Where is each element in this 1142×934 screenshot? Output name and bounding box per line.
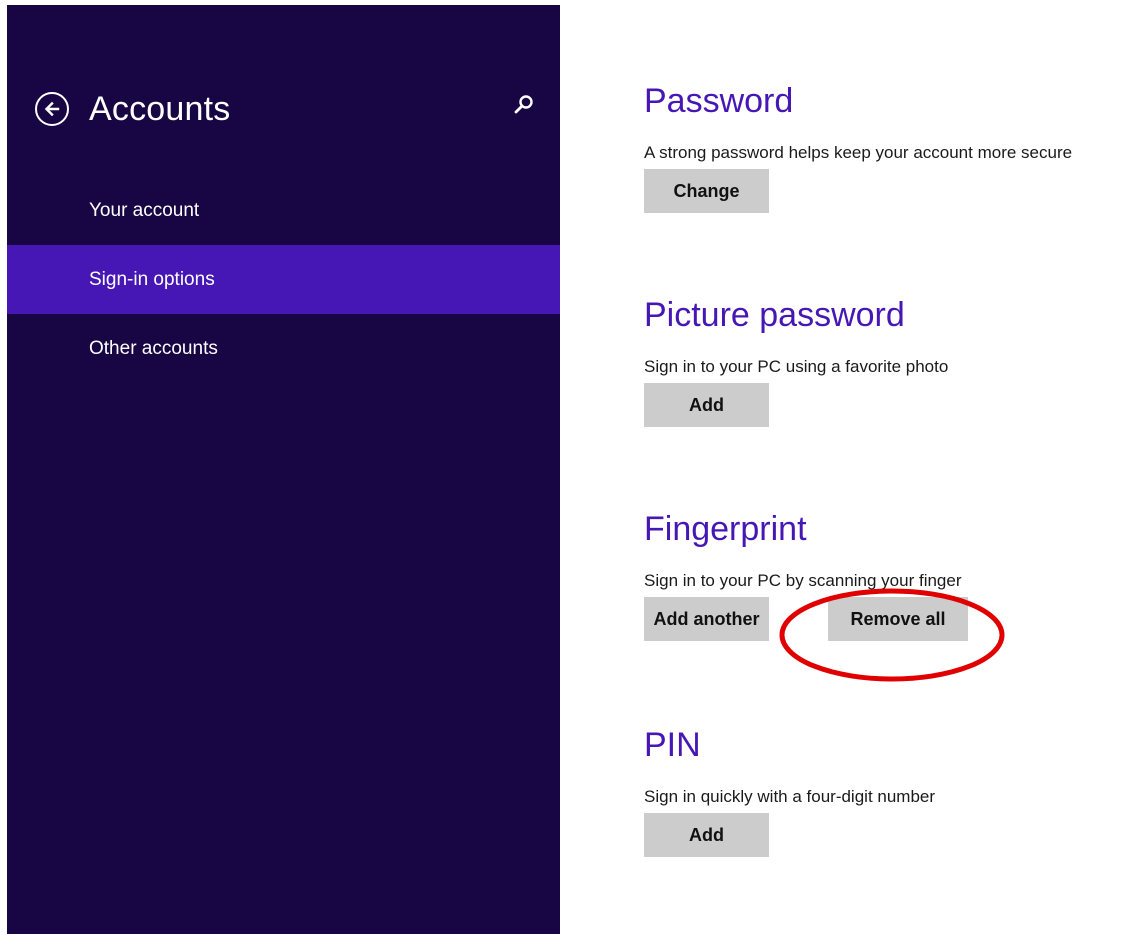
sidebar-nav: Your account Sign-in options Other accou… — [7, 176, 560, 383]
sidebar-header: Accounts — [35, 85, 230, 133]
back-button[interactable] — [35, 92, 69, 126]
fingerprint-section: Fingerprint Sign in to your PC by scanni… — [644, 510, 1142, 641]
add-picture-password-button[interactable]: Add — [644, 383, 769, 427]
remove-all-fingerprints-button[interactable]: Remove all — [828, 597, 968, 641]
picture-password-section: Picture password Sign in to your PC usin… — [644, 296, 1142, 427]
pin-section: PIN Sign in quickly with a four-digit nu… — [644, 726, 1142, 857]
add-another-fingerprint-button[interactable]: Add another — [644, 597, 769, 641]
change-password-button[interactable]: Change — [644, 169, 769, 213]
password-section: Password A strong password helps keep yo… — [644, 82, 1142, 213]
sidebar-item-sign-in-options[interactable]: Sign-in options — [7, 245, 560, 314]
back-arrow-icon — [44, 101, 60, 117]
password-title: Password — [644, 82, 794, 120]
pin-description: Sign in quickly with a four-digit number — [644, 787, 936, 806]
pin-title: PIN — [644, 726, 701, 764]
sidebar-item-other-accounts[interactable]: Other accounts — [7, 314, 560, 383]
page-title: Accounts — [89, 89, 231, 128]
picture-password-title: Picture password — [644, 296, 905, 334]
search-icon[interactable] — [512, 93, 536, 117]
picture-password-description: Sign in to your PC using a favorite phot… — [644, 357, 949, 376]
sidebar-item-your-account[interactable]: Your account — [7, 176, 560, 245]
fingerprint-description: Sign in to your PC by scanning your fing… — [644, 571, 962, 590]
sidebar: Accounts Your account Sign-in options Ot… — [7, 5, 560, 934]
add-pin-button[interactable]: Add — [644, 813, 769, 857]
password-description: A strong password helps keep your accoun… — [644, 143, 1073, 162]
fingerprint-title: Fingerprint — [644, 510, 807, 548]
